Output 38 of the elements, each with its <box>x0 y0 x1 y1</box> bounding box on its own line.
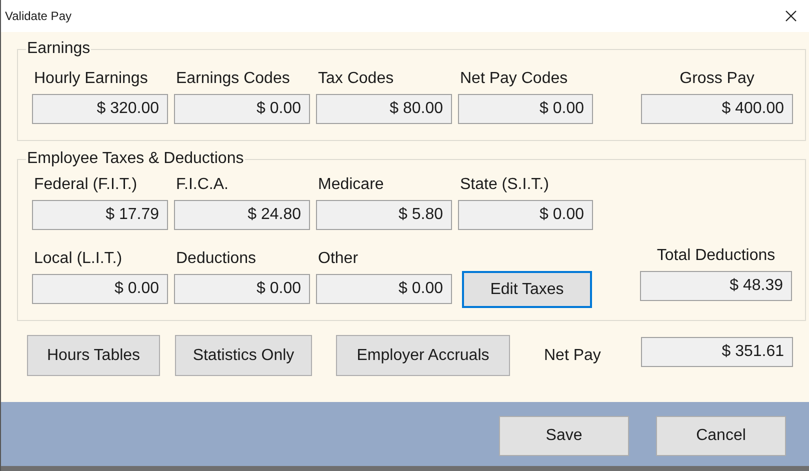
field-label: Gross Pay <box>680 70 754 88</box>
amount-field: $ 80.00 <box>316 94 452 124</box>
action-button[interactable]: Statistics Only <box>175 335 312 376</box>
dialog-button[interactable]: Save <box>499 416 629 456</box>
field-label: Medicare <box>317 176 385 194</box>
dialog-button[interactable]: Cancel <box>656 416 786 456</box>
action-button[interactable]: Hours Tables <box>27 335 160 376</box>
field-label: State (S.I.T.) <box>459 176 550 194</box>
window-title: Validate Pay <box>5 8 72 25</box>
amount-field: $ 400.00 <box>641 94 793 124</box>
group-label: Earnings <box>26 40 92 58</box>
field-label: Tax Codes <box>317 70 395 88</box>
field-label: Earnings Codes <box>175 70 291 88</box>
amount-field: $ 48.39 <box>640 271 792 301</box>
field-label: Other <box>317 250 360 268</box>
amount-field: $ 17.79 <box>32 200 168 230</box>
amount-field: $ 0.00 <box>458 94 593 124</box>
amount-field: $ 0.00 <box>174 94 310 124</box>
amount-field: $ 5.80 <box>316 200 452 230</box>
amount-field: $ 24.80 <box>174 200 310 230</box>
edit-taxes-button[interactable]: Edit Taxes <box>462 271 592 308</box>
close-icon[interactable] <box>785 10 797 22</box>
field-label: F.I.C.A. <box>175 176 230 194</box>
group-label: Employee Taxes & Deductions <box>26 150 245 168</box>
field-label: Federal (F.I.T.) <box>33 176 138 194</box>
field-label: Deductions <box>175 250 258 268</box>
field-label: Net Pay Codes <box>459 70 569 88</box>
amount-field: $ 351.61 <box>641 336 793 366</box>
field-label: Local (L.I.T.) <box>33 250 124 268</box>
amount-field: $ 0.00 <box>316 274 452 304</box>
action-button[interactable]: Employer Accruals <box>336 335 510 376</box>
amount-field: $ 0.00 <box>458 200 593 230</box>
amount-field: $ 320.00 <box>32 94 168 124</box>
amount-field: $ 0.00 <box>174 274 310 304</box>
net-pay-label: Net Pay <box>544 346 602 366</box>
field-label: Hourly Earnings <box>33 70 149 88</box>
field-label: Total Deductions <box>656 247 776 265</box>
amount-field: $ 0.00 <box>32 274 168 304</box>
